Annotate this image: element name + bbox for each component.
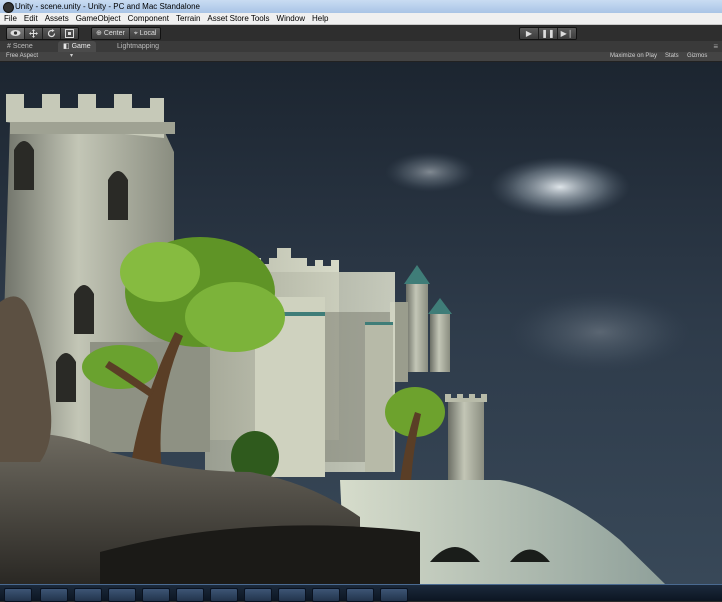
menu-component[interactable]: Component <box>124 13 172 24</box>
menu-edit[interactable]: Edit <box>20 13 41 24</box>
tab-lightmapping-label: Lightmapping <box>117 43 160 50</box>
tab-scene-label: Scene <box>12 43 33 50</box>
move-arrows-icon <box>29 29 38 38</box>
move-tool-button[interactable] <box>25 28 43 39</box>
scale-tool-button[interactable] <box>61 28 78 39</box>
stats-toggle[interactable]: Stats <box>665 52 679 61</box>
game-controller-icon: ◧ <box>63 43 70 50</box>
menu-asset-store-tools[interactable]: Asset Store Tools <box>203 13 272 24</box>
menu-bar: File Edit Assets GameObject Component Te… <box>0 13 722 25</box>
os-taskbar <box>0 584 722 602</box>
eye-icon <box>10 30 21 36</box>
step-icon: ▶❘ <box>560 29 574 38</box>
menu-terrain[interactable]: Terrain <box>172 13 203 24</box>
chevron-down-icon: ▾ <box>70 53 74 59</box>
play-icon: ▶ <box>525 29 533 38</box>
pivot-toggles: ⊕ Center ⌖ Local <box>91 27 162 40</box>
local-space-icon: ⌖ <box>133 30 138 37</box>
view-tool-button[interactable] <box>7 28 25 39</box>
castle-scene-render <box>0 62 722 584</box>
pause-icon: ❚❚ <box>541 29 555 38</box>
rotate-icon <box>47 29 56 38</box>
game-viewport[interactable] <box>0 62 722 584</box>
window-title-bar: Unity - scene.unity - Unity - PC and Mac… <box>0 0 722 14</box>
play-button[interactable]: ▶ <box>520 28 539 39</box>
rotate-tool-button[interactable] <box>43 28 61 39</box>
tab-game-label: Game <box>71 43 91 50</box>
menu-window[interactable]: Window <box>273 13 308 24</box>
scene-grid-icon: # <box>7 43 11 50</box>
tab-scene[interactable]: # Scene <box>2 41 38 52</box>
window-title: Unity - scene.unity - Unity - PC and Mac… <box>15 2 200 11</box>
pivot-local-label: Local <box>139 30 157 37</box>
tab-game[interactable]: ◧ Game <box>58 41 96 52</box>
pause-button[interactable]: ❚❚ <box>539 28 558 39</box>
step-button[interactable]: ▶❘ <box>558 28 576 39</box>
aspect-dropdown[interactable]: Free Aspect <box>6 52 38 61</box>
transform-tools <box>6 27 79 40</box>
unity-logo-icon <box>3 2 14 13</box>
pivot-icon: ⊕ <box>96 30 102 37</box>
pivot-local-toggle[interactable]: ⌖ Local <box>129 28 161 39</box>
tab-options-icon[interactable]: ≡ <box>713 41 718 52</box>
tab-lightmapping[interactable]: Lightmapping <box>112 41 164 52</box>
maximize-on-play-toggle[interactable]: Maximize on Play <box>610 52 657 61</box>
game-view-bar: Free Aspect ▾ Maximize on Play Stats Giz… <box>0 52 722 62</box>
play-controls: ▶ ❚❚ ▶❘ <box>519 27 577 40</box>
pivot-center-toggle[interactable]: ⊕ Center <box>92 28 130 39</box>
main-toolbar: ⊕ Center ⌖ Local ▶ ❚❚ ▶❘ <box>0 25 722 42</box>
menu-assets[interactable]: Assets <box>41 13 72 24</box>
pivot-center-label: Center <box>103 30 125 37</box>
menu-help[interactable]: Help <box>308 13 331 24</box>
menu-file[interactable]: File <box>0 13 20 24</box>
menu-gameobject[interactable]: GameObject <box>72 13 124 24</box>
gizmos-dropdown[interactable]: Gizmos <box>687 52 707 61</box>
scale-icon <box>65 29 74 38</box>
